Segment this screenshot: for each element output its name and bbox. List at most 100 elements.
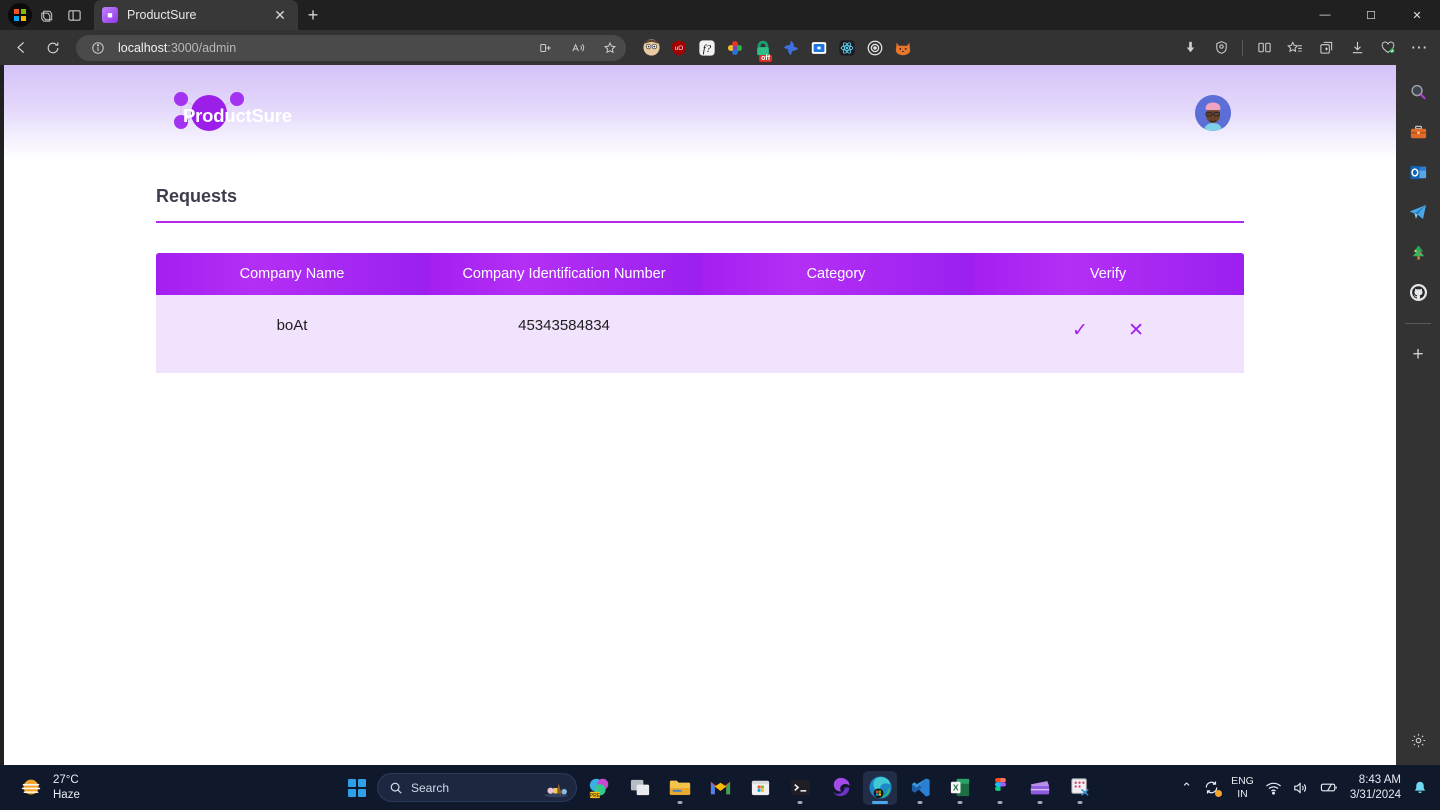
tab-actions-icon[interactable] xyxy=(60,3,88,27)
fox-icon[interactable] xyxy=(890,35,916,61)
taskbar-app-terminal[interactable] xyxy=(783,771,817,805)
profile-face-icon[interactable] xyxy=(638,35,664,61)
color-picker-icon[interactable] xyxy=(722,35,748,61)
github-icon[interactable] xyxy=(1403,279,1433,305)
add-sidebar-app-button[interactable]: + xyxy=(1403,342,1433,368)
file-explorer-icon xyxy=(669,780,691,795)
taskbar-search[interactable]: Search xyxy=(377,773,577,802)
taskbar-center: Search PRE X xyxy=(343,770,1097,805)
close-window-button[interactable]: ✕ xyxy=(1394,0,1440,30)
terminal-icon xyxy=(790,779,810,796)
new-tab-button[interactable]: + xyxy=(298,5,328,26)
settings-ellipsis-icon[interactable]: ⋯ xyxy=(1404,34,1434,62)
read-aloud-icon[interactable] xyxy=(566,37,590,59)
favorites-icon[interactable] xyxy=(1280,34,1310,62)
page-viewport: ProductSure Requests Company Name Compan… xyxy=(4,65,1396,765)
toolbar-right: ⋯ xyxy=(1175,34,1434,62)
taskbar-app-microsoft-store[interactable] xyxy=(743,771,777,805)
title-divider xyxy=(156,221,1244,223)
taskbar-app-excel[interactable]: X xyxy=(943,771,977,805)
react-devtools-icon[interactable] xyxy=(834,35,860,61)
wifi-icon[interactable] xyxy=(1265,781,1282,795)
taskbar-app-task-view[interactable] xyxy=(623,771,657,805)
minimize-button[interactable]: — xyxy=(1302,0,1348,30)
update-badge xyxy=(1215,790,1223,797)
window-controls: — ☐ ✕ xyxy=(1302,0,1440,30)
reject-button[interactable]: ✕ xyxy=(1121,317,1151,343)
back-icon[interactable] xyxy=(6,34,36,62)
telegram-icon[interactable] xyxy=(1403,199,1433,225)
bell-icon[interactable] xyxy=(1412,780,1428,796)
taskbar-app-copilot-pre[interactable]: PRE xyxy=(583,771,617,805)
downloads-arrow-icon[interactable] xyxy=(1175,34,1205,62)
speaker-icon[interactable] xyxy=(1293,781,1309,795)
app-header: ProductSure xyxy=(4,65,1396,160)
user-avatar[interactable] xyxy=(1195,94,1231,131)
dropbox-tree-icon[interactable] xyxy=(1403,239,1433,265)
running-indicator xyxy=(957,801,963,804)
search-placeholder: Search xyxy=(411,780,450,795)
copilot-icon[interactable] xyxy=(8,3,32,27)
browser-tab[interactable]: ■ ProductSure ✕ xyxy=(94,0,298,30)
vpn-off-icon[interactable]: off xyxy=(750,35,776,62)
browser-essentials-icon[interactable] xyxy=(1373,34,1403,62)
haze-sun-icon xyxy=(21,779,41,794)
tools-briefcase-icon[interactable] xyxy=(1403,119,1433,145)
ublock-origin-icon[interactable]: uO xyxy=(666,35,692,61)
outlook-icon[interactable] xyxy=(1403,159,1433,185)
excel-icon: X xyxy=(950,778,969,797)
weather-condition: Haze xyxy=(53,788,80,801)
font-finder-icon[interactable]: f? xyxy=(694,35,720,61)
snipping-tool-icon xyxy=(1070,778,1089,796)
maximize-button[interactable]: ☐ xyxy=(1348,0,1394,30)
split-pane-icon[interactable] xyxy=(1249,34,1279,62)
search-icon[interactable] xyxy=(1403,79,1433,105)
taskbar-app-vscode[interactable] xyxy=(903,771,937,805)
download-tray-icon[interactable] xyxy=(1342,34,1372,62)
target-icon[interactable] xyxy=(862,35,888,61)
taskbar-app-gmail[interactable] xyxy=(703,771,737,805)
column-verify: Verify xyxy=(972,253,1244,295)
weather-widget[interactable]: 27°C Haze xyxy=(18,773,80,802)
workspaces-icon[interactable] xyxy=(32,3,60,27)
gmail-icon xyxy=(710,781,730,795)
taskbar-app-file-explorer[interactable] xyxy=(663,771,697,805)
language-line1: ENG xyxy=(1231,775,1254,788)
refresh-icon[interactable] xyxy=(38,34,68,62)
approve-button[interactable]: ✓ xyxy=(1065,317,1095,343)
split-screen-icon[interactable] xyxy=(534,37,558,59)
taskbar-app-snipping-tool[interactable] xyxy=(1063,771,1097,805)
favorite-star-icon[interactable] xyxy=(598,37,622,59)
taskbar-app-microsoft-edge[interactable] xyxy=(863,770,897,805)
figma-icon xyxy=(994,777,1006,791)
tray-overflow-button[interactable]: ⌃ xyxy=(1181,780,1192,796)
brand-name: ProductSure xyxy=(183,104,292,126)
address-bar[interactable]: localhost:3000/admin xyxy=(76,34,626,61)
app-logo[interactable]: ProductSure xyxy=(159,85,309,141)
running-indicator xyxy=(677,801,683,804)
navigation-bar: localhost:3000/admin uO f? off ⋯ xyxy=(0,30,1440,65)
active-indicator xyxy=(872,801,888,804)
windows-update-icon[interactable] xyxy=(1203,779,1223,797)
taskbar-app-video-editor[interactable] xyxy=(1023,771,1057,805)
info-icon[interactable] xyxy=(86,37,110,59)
screen-capture-icon[interactable] xyxy=(806,35,832,61)
sidebar-divider xyxy=(1405,323,1431,324)
taskbar-app-edge-dev[interactable] xyxy=(823,771,857,805)
video-editor-icon xyxy=(1030,780,1050,794)
page-content: Requests Company Name Company Identifica… xyxy=(4,186,1396,373)
column-category: Category xyxy=(700,253,972,295)
close-icon[interactable]: ✕ xyxy=(270,7,290,24)
language-indicator[interactable]: ENG IN xyxy=(1231,775,1254,799)
battery-icon[interactable] xyxy=(1320,781,1339,794)
url-path: :3000/admin xyxy=(167,40,237,55)
svg-text:X: X xyxy=(952,783,958,793)
shield-icon[interactable] xyxy=(1206,34,1236,62)
settings-gear-icon[interactable] xyxy=(1403,727,1433,753)
start-button[interactable] xyxy=(343,774,371,802)
spiral-icon[interactable] xyxy=(778,35,804,61)
collections-icon[interactable] xyxy=(1311,34,1341,62)
clock[interactable]: 8:43 AM 3/31/2024 xyxy=(1350,773,1401,803)
taskbar-app-figma[interactable] xyxy=(983,771,1017,805)
running-indicator xyxy=(1077,801,1083,804)
